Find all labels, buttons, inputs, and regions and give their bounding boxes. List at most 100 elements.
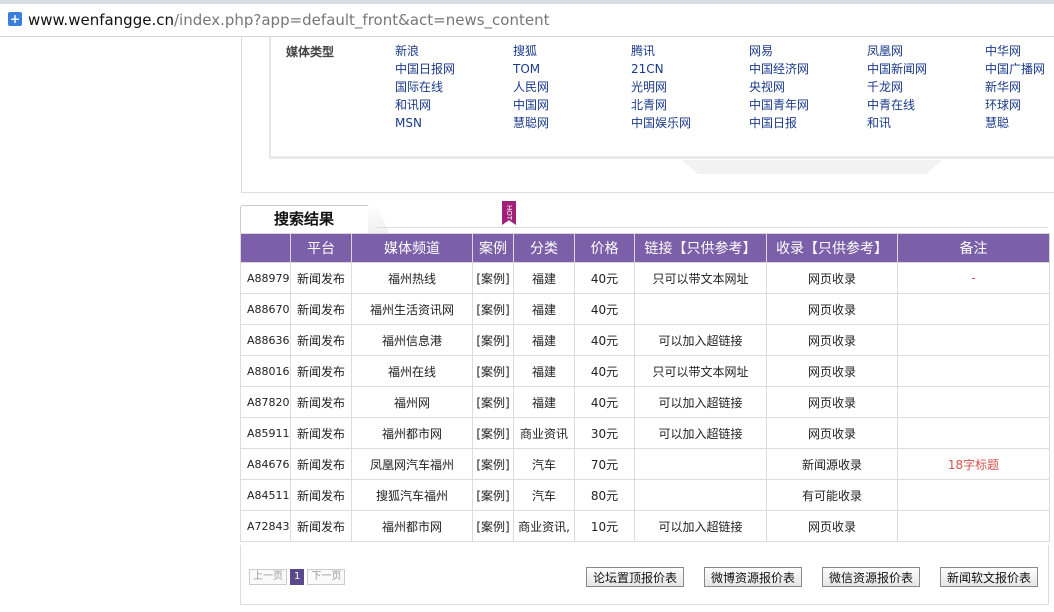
cell-channel[interactable]: 福州在线	[351, 355, 473, 387]
media-type-option[interactable]: 中国新闻网	[867, 60, 985, 78]
weibo-price-button[interactable]: 微博资源报价表	[703, 567, 802, 587]
media-type-option[interactable]: 人民网	[513, 78, 631, 96]
media-type-option[interactable]: 慧聪网	[513, 114, 631, 132]
cell-platform: 新闻发布	[290, 355, 352, 387]
cell-index: 新闻源收录	[766, 448, 898, 480]
media-type-option[interactable]: 新浪	[395, 42, 513, 60]
media-type-option[interactable]: 环球网	[985, 96, 1054, 114]
column-header: 价格	[574, 233, 635, 263]
cell-index: 有可能收录	[766, 479, 898, 511]
table-row[interactable]: A88636 新闻发布 福州信息港 [案例] 福建 40元 可以加入超链接 网页收录	[240, 324, 1050, 356]
cell-category: 汽车	[513, 479, 575, 511]
cell-link	[634, 448, 767, 480]
table-row[interactable]: A84676 新闻发布 凤凰网汽车福州 [案例] 汽车 70元 新闻源收录 18字标题	[240, 448, 1050, 480]
media-type-option[interactable]: 中国青年网	[749, 96, 867, 114]
table-row[interactable]: A88979 新闻发布 福州热线 [案例] 福建 40元 只可以带文本网址 网页收录 -	[240, 262, 1050, 294]
news-article-price-button[interactable]: 新闻软文报价表	[939, 567, 1038, 587]
cell-case[interactable]: [案例]	[472, 448, 514, 480]
media-type-option[interactable]: 新华网	[985, 78, 1054, 96]
media-type-option[interactable]: 中国娱乐网	[631, 114, 749, 132]
cell-platform: 新闻发布	[290, 510, 352, 542]
search-results: 搜索结果 HOT 平台 媒体频道 案例 分类 价格 链接【只供参考】 收录【只供参考】 备注 …	[240, 201, 1050, 605]
cell-price: 40元	[574, 386, 635, 418]
cell-case[interactable]: [案例]	[472, 479, 514, 511]
cell-channel[interactable]: 福州生活资讯网	[351, 293, 473, 325]
cell-case[interactable]: [案例]	[472, 510, 514, 542]
table-row[interactable]: A87820 新闻发布 福州网 [案例] 福建 40元 可以加入超链接 网页收录	[240, 386, 1050, 418]
media-type-option[interactable]: 中华网	[985, 42, 1054, 60]
cell-index: 网页收录	[766, 417, 898, 449]
prev-page-button[interactable]: 上一页	[249, 569, 287, 585]
url-text[interactable]: www.wenfangge.cn/index.php?app=default_f…	[28, 11, 549, 29]
forum-pin-price-button[interactable]: 论坛置顶报价表	[585, 567, 684, 587]
next-page-button[interactable]: 下一页	[307, 569, 346, 585]
column-header: 媒体频道	[351, 233, 473, 263]
cell-channel[interactable]: 福州都市网	[351, 417, 473, 449]
cell-price: 40元	[574, 324, 635, 356]
column-header: 收录【只供参考】	[766, 233, 898, 263]
media-type-option[interactable]: 中国日报网	[395, 60, 513, 78]
media-type-option[interactable]: 千龙网	[867, 78, 985, 96]
media-type-option[interactable]: 21CN	[631, 60, 749, 78]
cell-platform: 新闻发布	[290, 448, 352, 480]
cell-note: -	[897, 262, 1050, 294]
cell-case[interactable]: [案例]	[472, 293, 514, 325]
table-row[interactable]: A84511 新闻发布 搜狐汽车福州 [案例] 汽车 80元 有可能收录	[240, 479, 1050, 511]
media-type-option[interactable]: MSN	[395, 114, 513, 132]
table-row[interactable]: A85911 新闻发布 福州都市网 [案例] 商业资讯 30元 可以加入超链接 网页收录	[240, 417, 1050, 449]
cell-case[interactable]: [案例]	[472, 355, 514, 387]
cell-channel[interactable]: 福州都市网	[351, 510, 473, 542]
cell-channel[interactable]: 福州热线	[351, 262, 473, 294]
media-type-option[interactable]: 网易	[749, 42, 867, 60]
media-type-option[interactable]: 北青网	[631, 96, 749, 114]
cell-channel[interactable]: 凤凰网汽车福州	[351, 448, 473, 480]
media-type-option[interactable]: 凤凰网	[867, 42, 985, 60]
wechat-price-button[interactable]: 微信资源报价表	[821, 567, 920, 587]
media-type-option[interactable]: 中国日报	[749, 114, 867, 132]
media-type-option[interactable]: 搜狐	[513, 42, 631, 60]
cell-id: A88016	[240, 355, 291, 387]
plus-shield-icon[interactable]: +	[8, 12, 22, 26]
media-type-option[interactable]: TOM	[513, 60, 631, 78]
media-type-option[interactable]: 和讯网	[395, 96, 513, 114]
cell-link	[634, 293, 767, 325]
cell-case[interactable]: [案例]	[472, 386, 514, 418]
cell-category: 福建	[513, 355, 575, 387]
cell-price: 40元	[574, 293, 635, 325]
hot-badge: HOT	[502, 201, 516, 225]
table-row[interactable]: A72843 新闻发布 福州都市网 [案例] 商业资讯, 10元 可以加入超链接 网页收录	[240, 510, 1050, 542]
address-bar[interactable]: + www.wenfangge.cn/index.php?app=default…	[0, 0, 1054, 37]
media-type-option[interactable]: 中国经济网	[749, 60, 867, 78]
cell-channel[interactable]: 福州信息港	[351, 324, 473, 356]
media-type-option[interactable]: 和讯	[867, 114, 985, 132]
media-type-option[interactable]: 中国网	[513, 96, 631, 114]
media-type-option[interactable]: 国际在线	[395, 78, 513, 96]
cell-channel[interactable]: 搜狐汽车福州	[351, 479, 473, 511]
url-path: /index.php?app=default_front&act=news_co…	[173, 11, 550, 29]
cell-note	[897, 293, 1050, 325]
cell-note	[897, 386, 1050, 418]
cell-price: 10元	[574, 510, 635, 542]
panel-collapse-tab[interactable]	[682, 160, 942, 174]
table-row[interactable]: A88016 新闻发布 福州在线 [案例] 福建 40元 只可以带文本网址 网页收录	[240, 355, 1050, 387]
media-type-option[interactable]: 腾讯	[631, 42, 749, 60]
media-type-option[interactable]: 中国广播网	[985, 60, 1054, 78]
table-row[interactable]: A88670 新闻发布 福州生活资讯网 [案例] 福建 40元 网页收录	[240, 293, 1050, 325]
media-type-option[interactable]: 光明网	[631, 78, 749, 96]
current-page-button[interactable]: 1	[290, 569, 305, 585]
cell-category: 汽车	[513, 448, 575, 480]
cell-price: 40元	[574, 355, 635, 387]
cell-id: A84511	[240, 479, 291, 511]
cell-note	[897, 324, 1050, 356]
cell-case[interactable]: [案例]	[472, 262, 514, 294]
media-type-option[interactable]: 慧聪	[985, 114, 1054, 132]
cell-channel[interactable]: 福州网	[351, 386, 473, 418]
cell-category: 福建	[513, 386, 575, 418]
media-type-option[interactable]: 央视网	[749, 78, 867, 96]
media-type-option[interactable]: 中青在线	[867, 96, 985, 114]
cell-case[interactable]: [案例]	[472, 417, 514, 449]
cell-index: 网页收录	[766, 386, 898, 418]
cell-case[interactable]: [案例]	[472, 324, 514, 356]
cell-index: 网页收录	[766, 324, 898, 356]
cell-price: 80元	[574, 479, 635, 511]
